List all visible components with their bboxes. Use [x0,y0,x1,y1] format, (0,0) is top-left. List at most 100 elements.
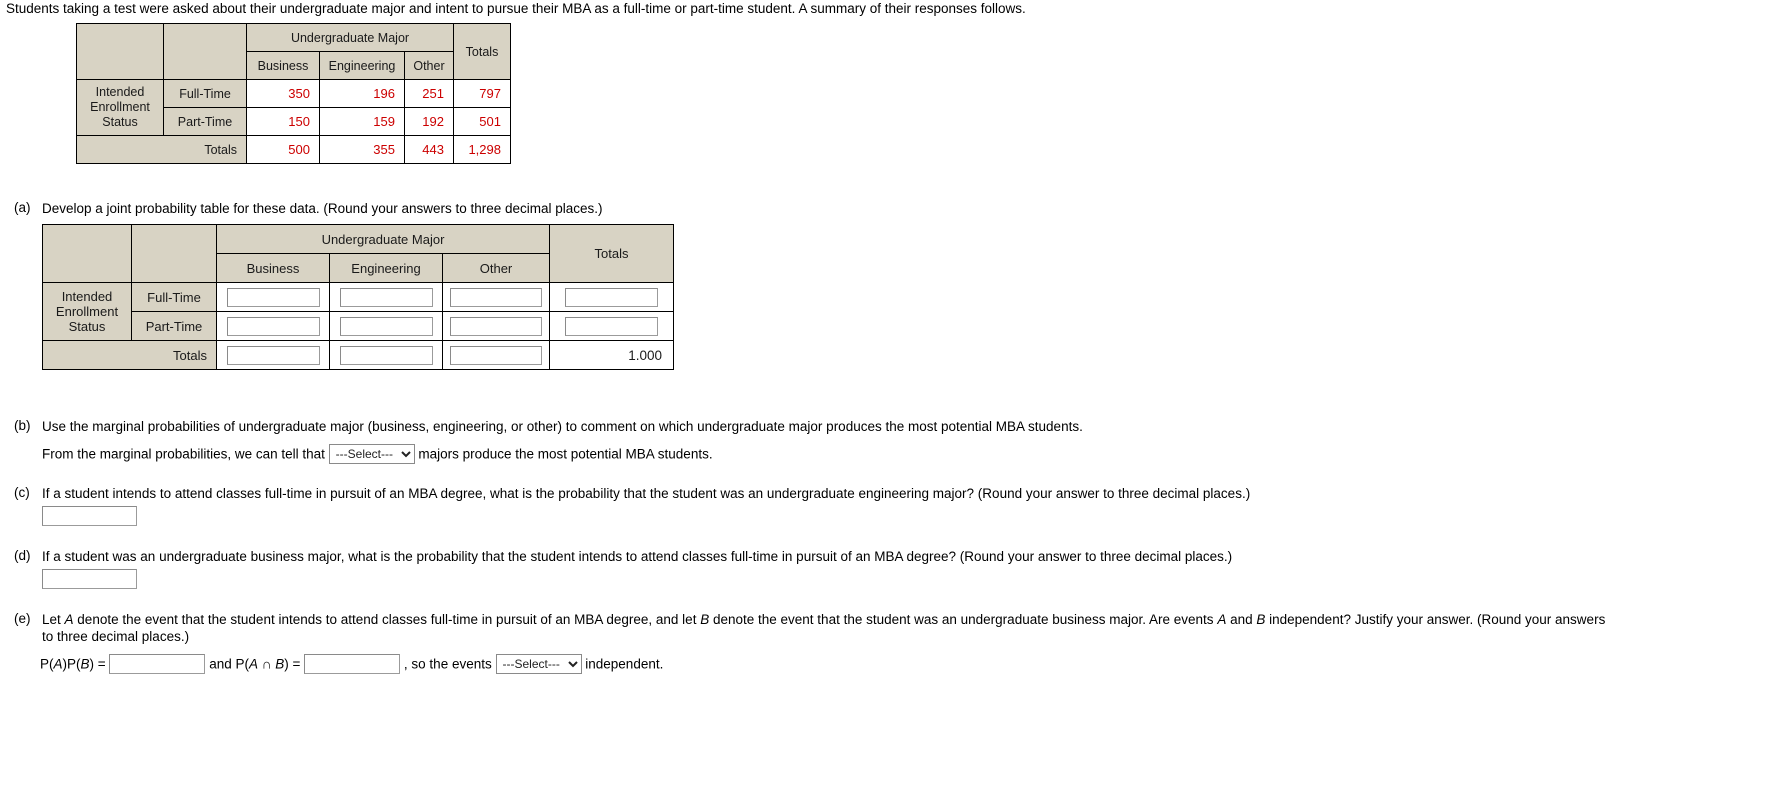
summary-cell-totals-business: 500 [246,135,320,164]
joint-cell-fulltime-engineering[interactable] [329,282,443,312]
summary-header-other: Other [404,51,454,80]
joint-cell-totals-engineering[interactable] [329,340,443,370]
part-e-pab-input[interactable] [304,654,401,675]
part-e-answer-row: P(A)P(B) = and P(A ∩ B) = , so the event… [40,654,664,675]
joint-row-group-label: Intended Enrollment Status [42,282,132,341]
part-b-prompt: Use the marginal probabilities of underg… [42,419,1083,434]
part-d-tag: (d) [14,548,31,563]
row-group-line-3: Status [68,319,106,334]
table-row: Totals 1.000 [42,340,674,370]
table-row: Part-Time [43,311,674,341]
input-totals-business[interactable] [226,345,320,365]
summary-row-group-label: Intended Enrollment Status [76,79,164,136]
part-c-tag: (c) [14,485,30,500]
pab-p1: P( [235,656,250,672]
row-group-line-2: Enrollment [55,304,119,319]
joint-group-header: Undergraduate Major [216,224,550,254]
summary-cell-totals-other: 443 [404,135,454,164]
part-e-text-1: Let [42,612,65,627]
joint-cell-parttime-business[interactable] [216,311,330,341]
part-e-so-text: , so the events [403,656,492,672]
part-e-text-5: independent? Justify your answer. (Round… [1265,612,1606,627]
part-c-answer-input[interactable] [42,506,137,526]
row-group-line-2: Enrollment [90,100,150,114]
part-c-prompt: If a student intends to attend classes f… [42,486,1251,501]
summary-corner-blank-2 [163,23,247,80]
intro-text: Students taking a test were asked about … [6,1,1026,16]
part-e-end-text: independent. [585,656,664,672]
part-a-prompt: Develop a joint probability table for th… [42,201,603,216]
summary-row-header-totals: Totals [76,135,247,164]
input-totals-other[interactable] [450,345,542,365]
joint-row-header-full-time: Full-Time [131,282,217,312]
joint-row-header-part-time: Part-Time [131,311,217,341]
table-row: Undergraduate Major Totals [42,224,674,283]
summary-cell-fulltime-business: 350 [246,79,320,108]
part-d-answer-wrap [42,569,137,589]
summary-frequency-table: Undergraduate Major Totals Business Engi… [76,23,511,164]
joint-cell-totals-other[interactable] [442,340,550,370]
joint-cell-totals-business[interactable] [216,340,330,370]
joint-cell-grand-total: 1.000 [549,340,674,370]
papb-p3: ) = [89,656,106,672]
summary-cell-parttime-other: 192 [404,107,454,136]
summary-group-header: Undergraduate Major [246,23,454,52]
papb-var-a: A [53,656,63,672]
summary-corner-blank [76,23,164,80]
part-a-tag: (a) [14,200,31,215]
joint-row-header-totals: Totals [42,340,217,370]
part-e-papb-input[interactable] [109,654,206,675]
papb-var-b: B [80,656,90,672]
pab-p2: ∩ [258,656,276,672]
part-b-select[interactable]: ---Select--- business engineering other [328,444,415,465]
input-parttime-engineering[interactable] [339,316,433,336]
input-fulltime-totals[interactable] [565,287,658,307]
joint-header-business: Business [216,253,330,283]
part-e-text-2: denote the event that the student intend… [73,612,701,627]
part-c-answer-wrap [42,506,137,526]
table-row: Undergraduate Major Totals [76,23,511,80]
joint-header-engineering: Engineering [329,253,443,283]
input-totals-engineering[interactable] [339,345,433,365]
table-row: Intended Enrollment Status Full-Time [42,282,674,341]
row-group-line-1: Intended [61,289,113,304]
part-b-answer-suffix: majors produce the most potential MBA st… [418,446,713,462]
joint-corner-blank [42,224,132,283]
input-parttime-totals[interactable] [565,316,658,336]
row-group-line-1: Intended [95,85,145,99]
part-b-answer-prefix: From the marginal probabilities, we can … [42,446,325,462]
input-fulltime-engineering[interactable] [339,287,433,307]
part-e-var-b: B [700,612,710,627]
part-e-prompt-line2: to three decimal places.) [42,629,190,644]
part-b-answer-row: From the marginal probabilities, we can … [42,444,713,465]
table-row: Intended Enrollment Status Full-Time 350… [76,79,511,136]
input-parttime-business[interactable] [226,316,320,336]
summary-cell-parttime-totals: 501 [453,107,511,136]
joint-cell-parttime-engineering[interactable] [329,311,443,341]
joint-cell-fulltime-other[interactable] [442,282,550,312]
summary-cell-parttime-engineering: 159 [319,107,405,136]
joint-header-other: Other [442,253,550,283]
part-d-answer-input[interactable] [42,569,137,589]
summary-cell-fulltime-engineering: 196 [319,79,405,108]
joint-probability-table: Undergraduate Major Totals Business Engi… [42,224,674,370]
joint-cell-fulltime-totals[interactable] [549,282,674,312]
input-fulltime-other[interactable] [450,287,542,307]
joint-cell-fulltime-business[interactable] [216,282,330,312]
part-e-select[interactable]: ---Select--- are are not [495,654,582,675]
summary-header-engineering: Engineering [319,51,405,80]
part-e-prompt-line1: Let A denote the event that the student … [42,611,1605,629]
joint-cell-parttime-totals[interactable] [549,311,674,341]
part-e-label-papb: P(A)P(B) = [40,656,106,671]
part-d-prompt: If a student was an undergraduate busine… [42,549,1233,564]
part-e-label-pab: P(A ∩ B) = [236,656,301,671]
part-e-var-a: A [64,612,74,627]
summary-header-totals: Totals [453,23,511,80]
part-e-text-3: denote the event that the student was an… [709,612,1218,627]
input-parttime-other[interactable] [450,316,542,336]
joint-cell-parttime-other[interactable] [442,311,550,341]
input-fulltime-business[interactable] [226,287,320,307]
papb-p2: )P( [62,656,81,672]
papb-p1: P( [40,656,54,672]
part-b-tag: (b) [14,418,31,433]
